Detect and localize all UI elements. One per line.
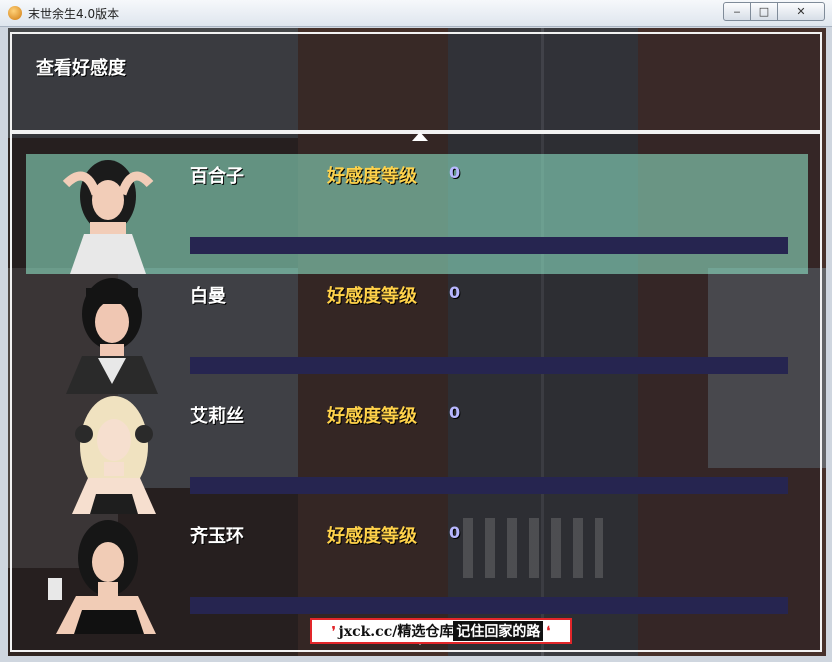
list-item-character-4[interactable]: 齐玉环 好感度等级 0 (26, 514, 808, 634)
app-icon (8, 6, 22, 20)
affection-level-value: 0 (449, 403, 461, 422)
watermark-banner: ❜ jxck.cc/精选仓库 记住回家的路 ❛ (310, 618, 572, 644)
watermark-slogan: 记住回家的路 (453, 621, 544, 641)
affection-progress-bar (190, 237, 788, 254)
page-title: 查看好感度 (36, 58, 126, 79)
affection-level-label: 好感度等级 (327, 526, 417, 547)
list-item-character-1[interactable]: 百合子 好感度等级 0 (26, 154, 808, 274)
character-name: 白曼 (190, 286, 226, 307)
character-portrait-3 (26, 394, 171, 514)
affection-progress-bar (190, 477, 788, 494)
affection-level-value: 0 (449, 163, 461, 182)
character-name: 百合子 (190, 166, 244, 187)
affection-list-window: 百合子 好感度等级 0 白曼 好感度等级 0 艾莉丝 好感度等级 0 齐玉环 好… (10, 132, 822, 652)
character-portrait-1 (26, 154, 171, 274)
flame-icon: ❛ (546, 624, 551, 638)
affection-level-label: 好感度等级 (327, 406, 417, 427)
affection-level-value: 0 (449, 523, 461, 542)
scroll-up-arrow-icon[interactable] (412, 132, 428, 141)
minimize-button[interactable]: ‒ (723, 2, 751, 21)
affection-progress-bar (190, 597, 788, 614)
header-window: 查看好感度 (10, 32, 822, 132)
window-title: 末世余生4.0版本 (28, 7, 120, 21)
list-item-character-2[interactable]: 白曼 好感度等级 0 (26, 274, 808, 394)
title-bar: 末世余生4.0版本 ‒ □ ✕ (0, 0, 832, 27)
affection-level-label: 好感度等级 (327, 166, 417, 187)
character-portrait-2 (26, 274, 171, 394)
character-name: 艾莉丝 (190, 406, 244, 427)
affection-level-value: 0 (449, 283, 461, 302)
list-item-character-3[interactable]: 艾莉丝 好感度等级 0 (26, 394, 808, 514)
maximize-button[interactable]: □ (750, 2, 778, 21)
flame-icon: ❜ (331, 624, 336, 638)
character-portrait-4 (26, 514, 171, 634)
affection-level-label: 好感度等级 (327, 286, 417, 307)
affection-progress-bar (190, 357, 788, 374)
game-viewport: 查看好感度 百合子 好感度等级 0 白曼 好感度等级 0 艾莉丝 好感度等级 0… (8, 28, 826, 656)
watermark-site: jxck.cc/精选仓库 (338, 624, 454, 640)
character-name: 齐玉环 (190, 526, 244, 547)
close-button[interactable]: ✕ (777, 2, 825, 21)
